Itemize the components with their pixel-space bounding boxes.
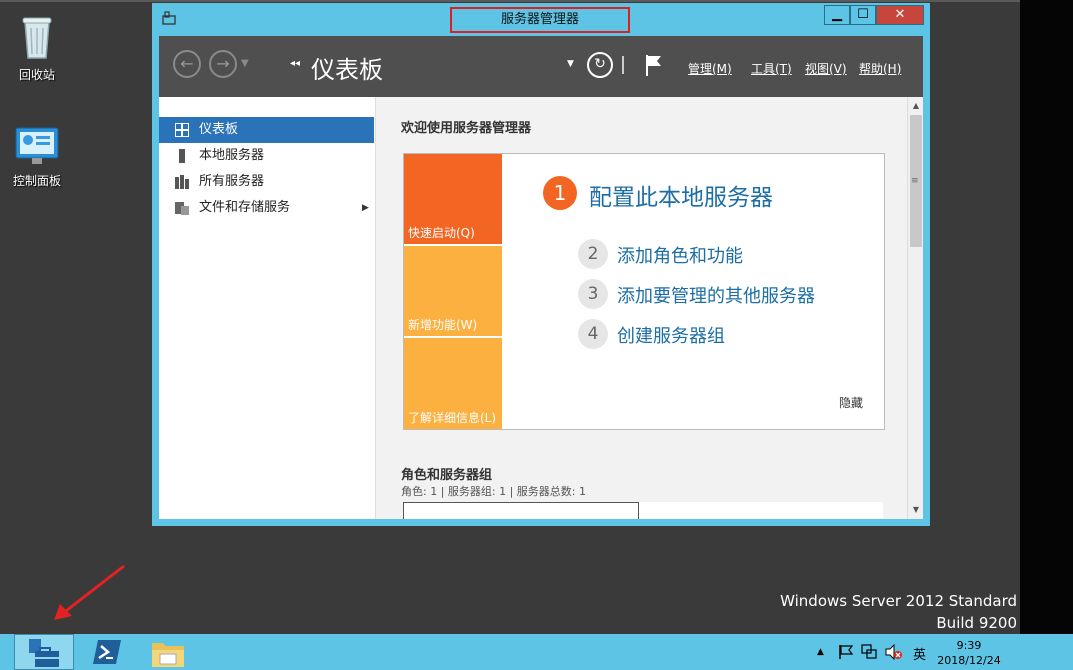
server-manager-icon (29, 639, 59, 667)
build-watermark: Build 9200 (936, 614, 1017, 632)
desktop-icon-control-panel[interactable]: 控制面板 (2, 126, 72, 189)
server-manager-title-icon (162, 11, 176, 25)
tile-quick-start[interactable]: 快速启动(Q) (404, 154, 502, 244)
desktop-icon-label: 回收站 (18, 68, 55, 82)
quick-start-panel: 快速启动(Q) 新增功能(W) 了解详细信息(L) 1 配置此本地服务器 2 添… (403, 153, 885, 430)
dashboard-icon (175, 123, 189, 137)
vertical-scrollbar[interactable]: ▲ ≡ ▼ (907, 97, 923, 519)
window-client-area: ← → ▼ ◂◂ 仪表板 ▼ ↻ 管理(M) 工具(T) 视图(V) 帮助(H) (159, 36, 923, 519)
window-title: 服务器管理器 (450, 7, 630, 33)
refresh-icon[interactable]: ↻ (587, 52, 613, 78)
scroll-grip-icon: ≡ (911, 176, 919, 186)
notifications-flag-icon[interactable] (644, 53, 664, 77)
header-dropdown-icon[interactable]: ▼ (567, 59, 574, 69)
action-center-flag-icon[interactable] (838, 644, 854, 660)
sidebar-item-label: 本地服务器 (199, 148, 265, 163)
step-number-badge: 2 (578, 239, 608, 269)
powershell-icon (93, 640, 121, 664)
tile-label: 新增功能(W) (408, 318, 478, 332)
role-card[interactable] (403, 502, 639, 519)
sidebar-item-label: 文件和存储服务 (199, 200, 291, 215)
menu-tools[interactable]: 工具(T) (751, 60, 792, 77)
tile-whats-new[interactable]: 新增功能(W) (404, 246, 502, 336)
desktop-top-edge (0, 0, 1020, 2)
clock-date: 2018/12/24 (937, 654, 1001, 667)
link-add-roles-features[interactable]: 添加角色和功能 (617, 242, 743, 268)
nav-history-dropdown-icon[interactable]: ▼ (241, 58, 249, 69)
sidebar-item-label: 所有服务器 (199, 174, 265, 189)
desktop-icon-label: 控制面板 (12, 174, 61, 188)
desktop-icon-recycle-bin[interactable]: 回收站 (2, 14, 72, 83)
back-arrow-icon[interactable]: ← (173, 50, 201, 78)
control-panel-icon (15, 127, 59, 164)
folder-icon (152, 643, 184, 667)
desktop-black-strip (1020, 0, 1073, 634)
scroll-down-icon[interactable]: ▼ (910, 503, 922, 517)
sidebar-item-dashboard[interactable]: 仪表板 (159, 117, 374, 143)
tile-label: 快速启动(Q) (408, 226, 475, 240)
menu-view[interactable]: 视图(V) (805, 60, 847, 77)
link-add-other-servers[interactable]: 添加要管理的其他服务器 (617, 282, 815, 308)
sidebar-item-all-servers[interactable]: 所有服务器 (159, 169, 374, 195)
volume-muted-icon[interactable] (885, 644, 903, 660)
taskbar-powershell[interactable] (78, 634, 138, 670)
recycle-bin-icon (22, 17, 52, 59)
server-manager-window: 服务器管理器 ▁ ☐ ✕ ← → ▼ ◂◂ 仪表板 ▼ ↻ 管理(M) 工具(T… (152, 3, 930, 526)
tile-label: 了解详细信息(L) (408, 411, 497, 425)
roles-section-title: 角色和服务器组 (401, 468, 493, 483)
forward-arrow-icon[interactable]: → (209, 50, 237, 78)
step-number-badge: 3 (578, 279, 608, 309)
header-separator (622, 56, 624, 74)
tile-learn-more[interactable]: 了解详细信息(L) (404, 338, 502, 429)
sidebar: 仪表板 本地服务器 所有服务器 文件和存储服务 ▶ (159, 97, 376, 519)
sidebar-item-local-server[interactable]: 本地服务器 (159, 143, 374, 169)
taskbar-file-explorer[interactable] (138, 634, 198, 670)
menu-help[interactable]: 帮助(H) (859, 60, 901, 77)
file-storage-icon (175, 202, 189, 215)
input-method-indicator[interactable]: 英 (913, 644, 926, 663)
scroll-up-icon[interactable]: ▲ (910, 99, 922, 113)
link-create-server-group[interactable]: 创建服务器组 (617, 322, 725, 348)
menu-manage[interactable]: 管理(M) (688, 60, 732, 77)
os-watermark: Windows Server 2012 Standard (780, 592, 1017, 610)
maximize-button[interactable]: ☐ (850, 5, 876, 25)
page-title: 仪表板 (311, 56, 383, 84)
minimize-button[interactable]: ▁ (824, 5, 850, 25)
taskbar-clock[interactable]: 9:39 2018/12/24 (934, 638, 1004, 668)
expand-arrow-icon[interactable]: ▶ (362, 195, 369, 221)
all-servers-icon (175, 175, 189, 189)
sidebar-item-file-storage[interactable]: 文件和存储服务 ▶ (159, 195, 374, 221)
taskbar-server-manager[interactable] (14, 634, 74, 670)
annotation-arrow-icon (54, 564, 125, 620)
breadcrumb-arrows: ◂◂ (290, 58, 301, 69)
main-content: 欢迎使用服务器管理器 快速启动(Q) 新增功能(W) 了解详细信息(L) 1 配… (376, 97, 907, 519)
step-number-badge: 1 (543, 176, 577, 210)
network-icon[interactable] (861, 644, 877, 660)
roles-summary: 角色: 1 | 服务器组: 1 | 服务器总数: 1 (401, 485, 587, 498)
tray-expand-icon[interactable]: ▲ (817, 647, 824, 657)
close-button[interactable]: ✕ (876, 5, 924, 25)
clock-time: 9:39 (956, 639, 982, 652)
sidebar-item-label: 仪表板 (199, 122, 239, 137)
welcome-heading: 欢迎使用服务器管理器 (401, 121, 532, 136)
step-number-badge: 4 (578, 319, 608, 349)
taskbar: ▲ 英 9:39 2018/12/24 (0, 634, 1073, 670)
role-cards-row (403, 502, 883, 519)
hide-link[interactable]: 隐藏 (839, 394, 863, 411)
local-server-icon (179, 149, 185, 163)
link-configure-local-server[interactable]: 配置此本地服务器 (589, 178, 773, 212)
header-bar: ← → ▼ ◂◂ 仪表板 ▼ ↻ 管理(M) 工具(T) 视图(V) 帮助(H) (159, 36, 923, 97)
